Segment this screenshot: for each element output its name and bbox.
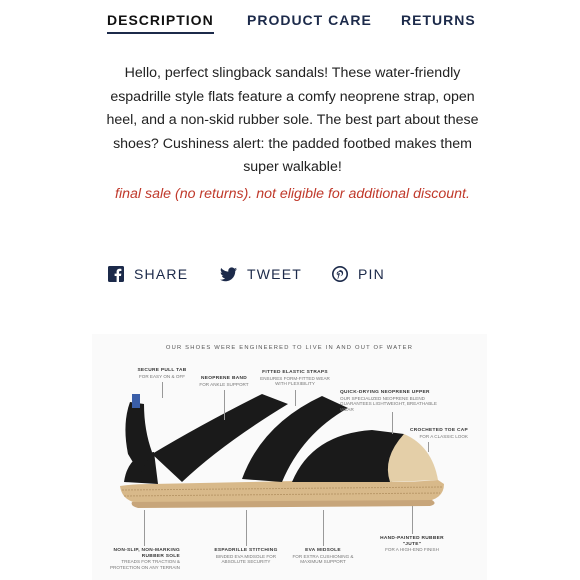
pinterest-icon xyxy=(332,266,348,282)
twitter-icon xyxy=(220,266,237,282)
tab-product-care[interactable]: PRODUCT CARE xyxy=(247,12,372,28)
sale-notice: final sale (no returns). not eligible fo… xyxy=(115,186,470,202)
share-facebook-button[interactable]: SHARE xyxy=(108,266,188,282)
share-label: SHARE xyxy=(134,266,189,282)
leader-line xyxy=(392,412,393,434)
share-twitter-button[interactable]: TWEET xyxy=(220,266,302,282)
callout-pull-tab: SECURE PULL TAB FOR EASY ON & OFF xyxy=(137,368,187,379)
leader-line xyxy=(412,506,413,534)
leader-line xyxy=(144,510,145,546)
share-row: SHARE TWEET PIN xyxy=(108,266,488,288)
callout-neoprene-upper: QUICK-DRYING NEOPRENE UPPER OUR SPECIALIZ… xyxy=(340,390,437,412)
product-infographic: OUR SHOES WERE ENGINEERED TO LIVE IN AND… xyxy=(92,334,487,580)
callout-espadrille-stitching: ESPADRILLE STITCHING BINDED EVA MIDSOLE F… xyxy=(214,548,278,565)
callout-elastic-straps: FITTED ELASTIC STRAPS ENSURES FORM-FITTED… xyxy=(260,370,330,387)
leader-line xyxy=(246,510,247,546)
callout-neoprene-band: NEOPRENE BAND FOR ANKLE SUPPORT xyxy=(199,376,249,387)
share-pinterest-button[interactable]: PIN xyxy=(332,266,385,282)
tweet-label: TWEET xyxy=(247,266,302,282)
tab-returns[interactable]: RETURNS xyxy=(401,12,476,28)
callout-toe-cap: CROCHETED TOE CAP FOR A CLASSIC LOOK xyxy=(409,428,468,439)
leader-line xyxy=(162,382,163,398)
callout-rubber-sole: NON-SLIP, NON-MARKING RUBBER SOLE TREADS … xyxy=(109,548,180,570)
leader-line xyxy=(224,390,225,420)
pin-label: PIN xyxy=(358,266,385,282)
tab-description[interactable]: DESCRIPTION xyxy=(107,12,214,34)
callout-eva-midsole: EVA MIDSOLE FOR EXTRA CUSHIONING & MAXIMU… xyxy=(292,548,354,565)
facebook-icon xyxy=(108,266,124,282)
callout-hand-painted-jute: HAND-PAINTED RUBBER "JUTE" FOR A HIGH-END… xyxy=(380,536,444,553)
leader-line xyxy=(295,390,296,406)
leader-line xyxy=(428,442,429,452)
leader-line xyxy=(323,510,324,546)
product-description: Hello, perfect slingback sandals! These … xyxy=(106,65,479,175)
product-tabs: DESCRIPTION PRODUCT CARE RETURNS xyxy=(0,0,580,44)
